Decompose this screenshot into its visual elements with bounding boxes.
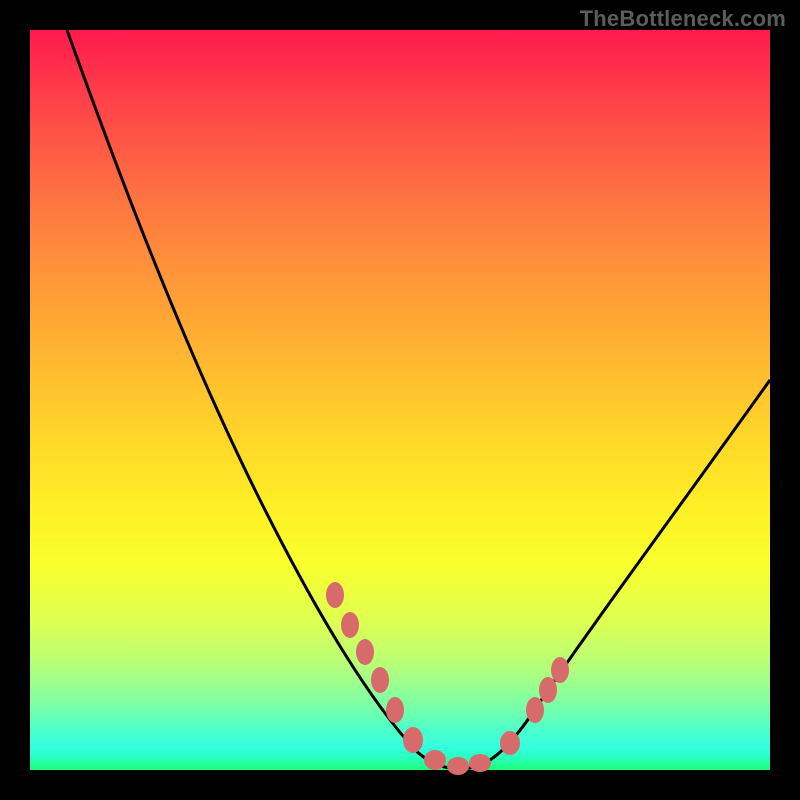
marker-dot (386, 697, 404, 723)
marker-dot (551, 657, 569, 683)
marker-dot (424, 750, 446, 770)
bottleneck-curve (67, 30, 770, 769)
marker-dot (469, 754, 491, 772)
chart-svg (30, 30, 770, 770)
marker-dot (500, 731, 520, 755)
marker-dot (371, 667, 389, 693)
marker-dot (403, 727, 423, 753)
chart-frame: TheBottleneck.com (0, 0, 800, 800)
marker-dot (341, 612, 359, 638)
watermark-text: TheBottleneck.com (580, 6, 786, 32)
marker-dot (447, 757, 469, 775)
marker-dot (356, 639, 374, 665)
marker-dot (526, 697, 544, 723)
marker-dot (539, 677, 557, 703)
marker-dot (326, 582, 344, 608)
